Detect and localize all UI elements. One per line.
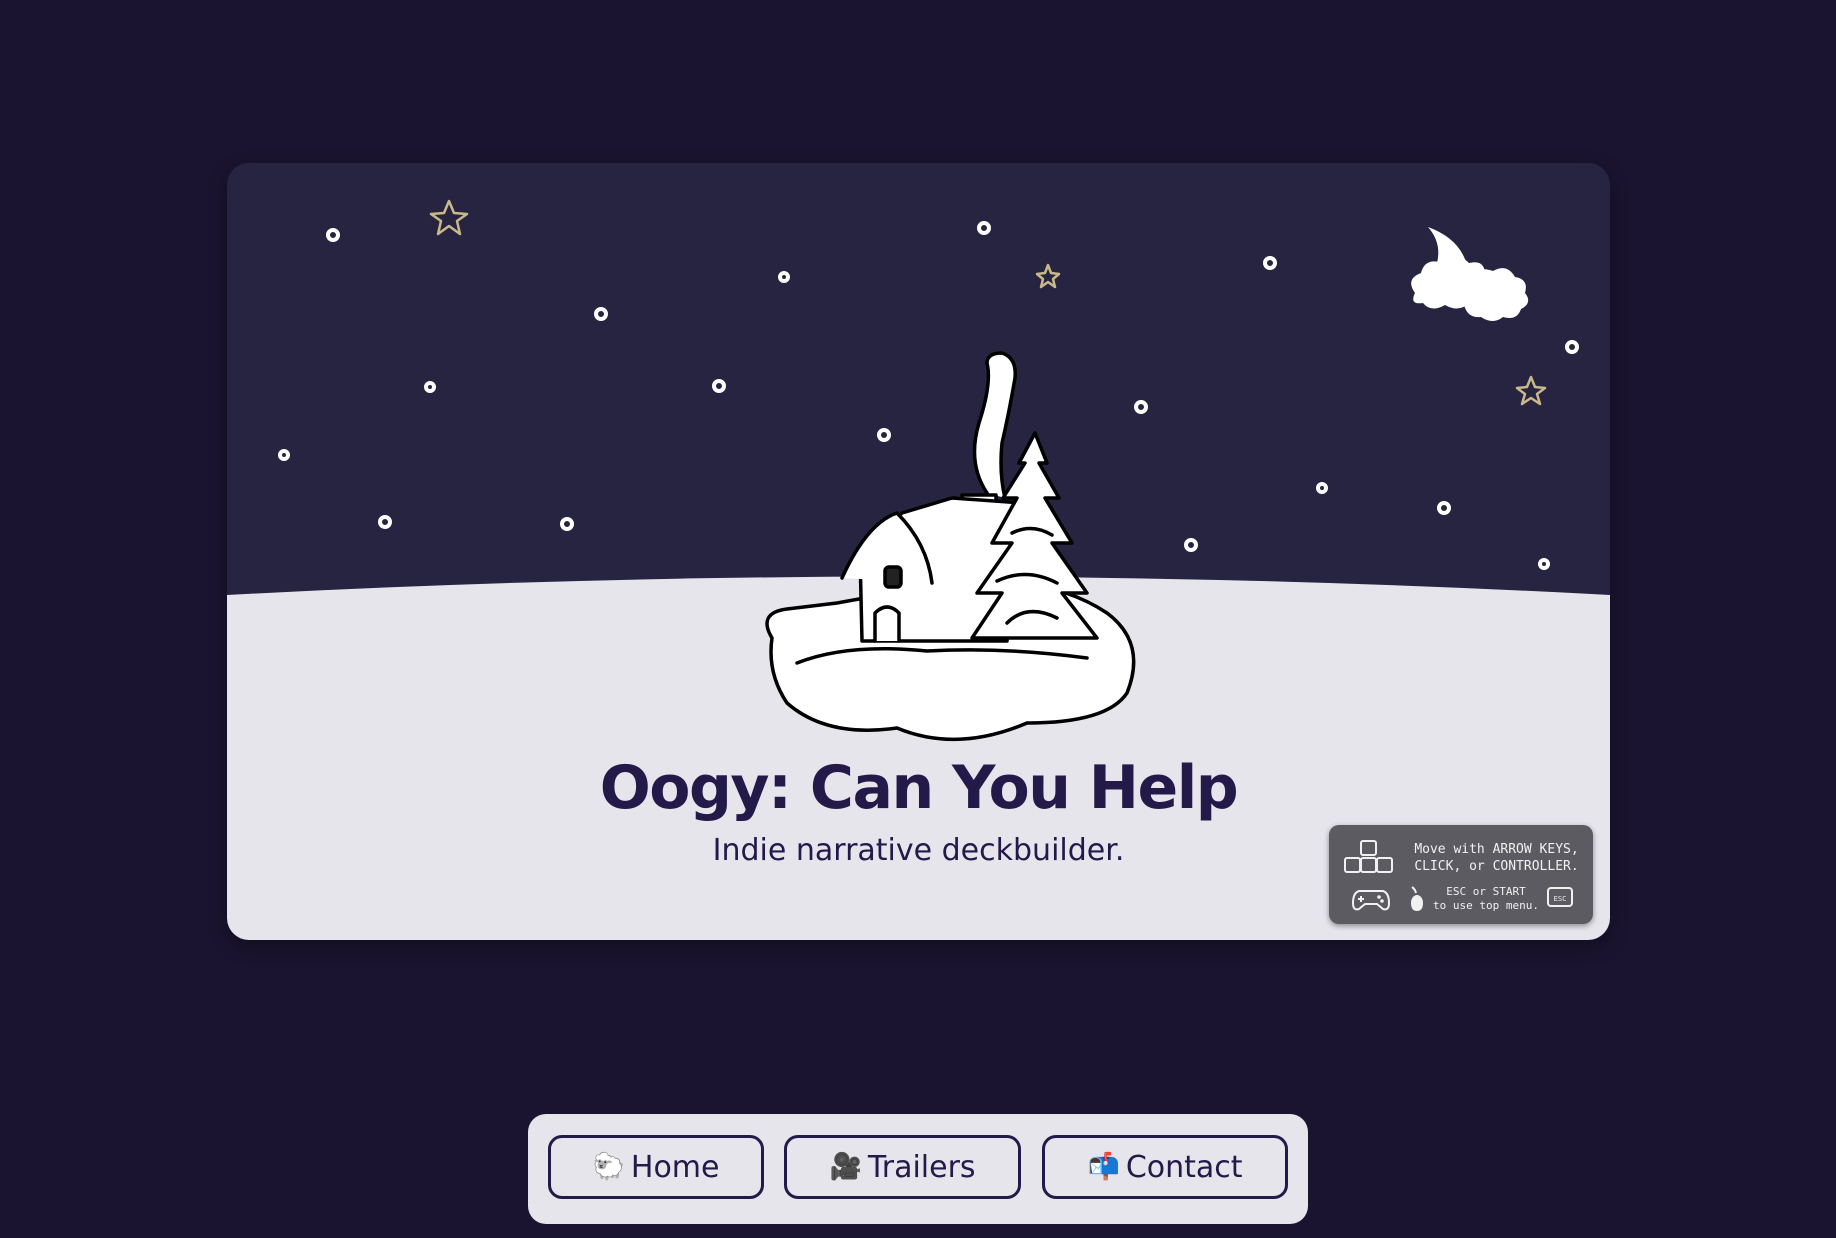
video-camera-icon: 🎥 [829,1152,862,1182]
hero-card: Oogy: Can You Help Indie narrative deckb… [227,163,1610,940]
nav-contact-label: Contact [1125,1149,1243,1185]
sheep-icon: 🐑 [592,1152,625,1182]
nav-home-label: Home [630,1149,720,1185]
controls-hint-line4: to use top menu. [1433,899,1539,912]
controls-hint-move: Move with ARROW KEYS, CLICK, or CONTROLL… [1409,841,1584,875]
controls-hint-line3: ESC or START [1446,885,1526,898]
controls-hint-panel: ESC Move with ARROW KEYS, CLICK, or CONT… [1329,825,1593,924]
esc-key-icon: ESC [1547,887,1573,907]
nav-home-button[interactable]: 🐑 Home [548,1135,764,1199]
arrow-keys-icon [1344,840,1393,873]
nav-trailers-button[interactable]: 🎥 Trailers [784,1135,1021,1199]
mouse-click-icon [1411,886,1423,911]
controls-hint-line1: Move with ARROW KEYS, [1414,842,1579,857]
nav-contact-button[interactable]: 📬 Contact [1042,1135,1288,1199]
esc-key-label: ESC [1554,895,1567,903]
page-title: Oogy: Can You Help [599,753,1239,823]
nav-trailers-label: Trailers [867,1149,976,1185]
mailbox-icon: 📬 [1087,1152,1120,1182]
snowy-night-illustration [227,163,1610,940]
controls-hint-menu: ESC or START to use top menu. [1431,885,1541,913]
controls-hint-line2: CLICK, or CONTROLLER. [1414,859,1579,874]
bottom-nav: 🐑 Home 🎥 Trailers 📬 Contact [528,1114,1308,1224]
gamepad-icon [1351,890,1391,911]
